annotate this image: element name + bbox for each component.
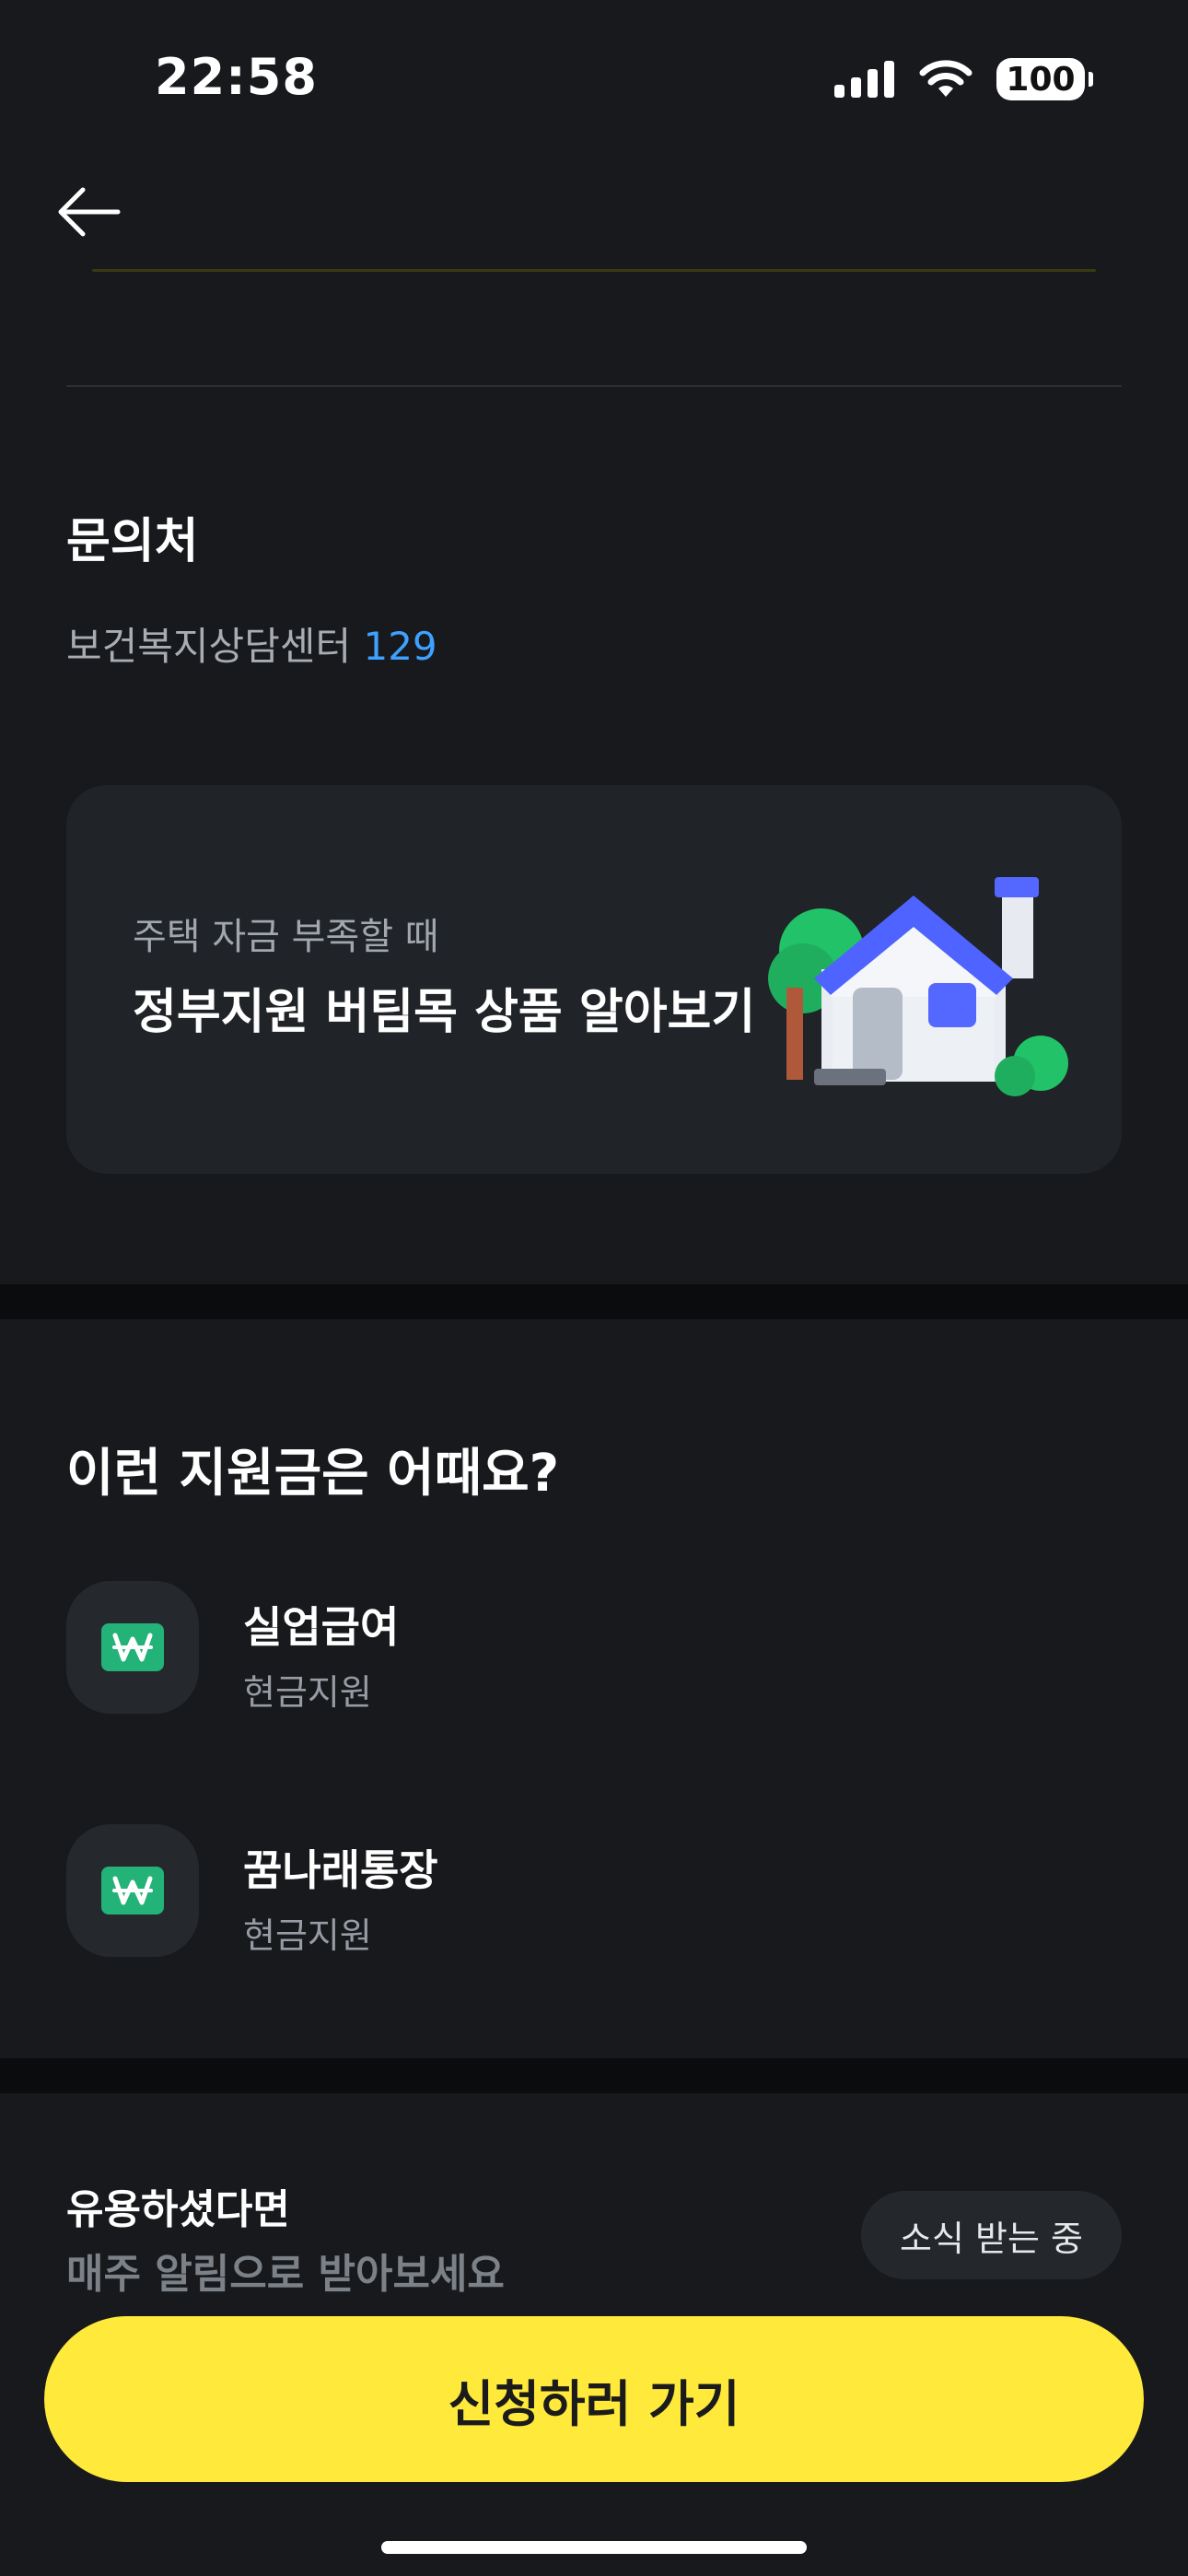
section-divider — [66, 385, 1122, 387]
rec-item-name: 꿈나래통장 — [243, 1845, 438, 1895]
promo-card[interactable]: 주택 자금 부족할 때 정부지원 버팀목 상품 알아보기 — [66, 785, 1122, 1174]
subscribe-subtitle: 매주 알림으로 받아보세요 — [66, 2251, 505, 2298]
rec-item-name: 실업급여 — [243, 1602, 400, 1652]
rec-item-tag: 현금지원 — [243, 1915, 372, 1956]
subscribe-button[interactable]: 소식 받는 중 — [861, 2191, 1122, 2279]
contact-center-name: 보건복지상담센터 — [66, 624, 352, 669]
section-separator — [0, 1284, 1188, 1319]
scroll-edge-line — [92, 269, 1096, 272]
status-icons: 100 — [834, 57, 1093, 101]
rec-item-icon-box — [66, 1824, 199, 1957]
list-item[interactable]: 실업급여 현금지원 — [66, 1581, 1122, 1717]
contact-phone-link[interactable]: 129 — [363, 624, 437, 669]
subscribe-title: 유용하셨다면 — [66, 2186, 290, 2233]
status-time: 22:58 — [155, 48, 318, 106]
promo-card-title: 정부지원 버팀목 상품 알아보기 — [133, 985, 756, 1040]
promo-card-subtitle: 주택 자금 부족할 때 — [133, 916, 439, 958]
section-separator — [0, 2058, 1188, 2093]
cellular-signal-icon — [834, 61, 894, 98]
home-indicator[interactable] — [381, 2541, 807, 2554]
rec-item-icon-box — [66, 1581, 199, 1714]
arrow-left-icon — [58, 187, 121, 237]
battery-indicator: 100 — [996, 58, 1093, 100]
house-illustration-icon — [768, 877, 1068, 1096]
won-icon — [101, 1867, 164, 1914]
contact-row: 보건복지상담센터 129 — [66, 615, 437, 672]
won-icon — [101, 1623, 164, 1671]
back-button[interactable] — [53, 175, 127, 249]
wifi-icon — [919, 60, 973, 97]
recommend-title: 이런 지원금은 어때요? — [66, 1444, 560, 1504]
apply-button[interactable]: 신청하러 가기 — [44, 2316, 1144, 2482]
list-item[interactable]: 꿈나래통장 현금지원 — [66, 1824, 1122, 1961]
rec-item-tag: 현금지원 — [243, 1672, 372, 1713]
contact-title: 문의처 — [66, 514, 199, 569]
